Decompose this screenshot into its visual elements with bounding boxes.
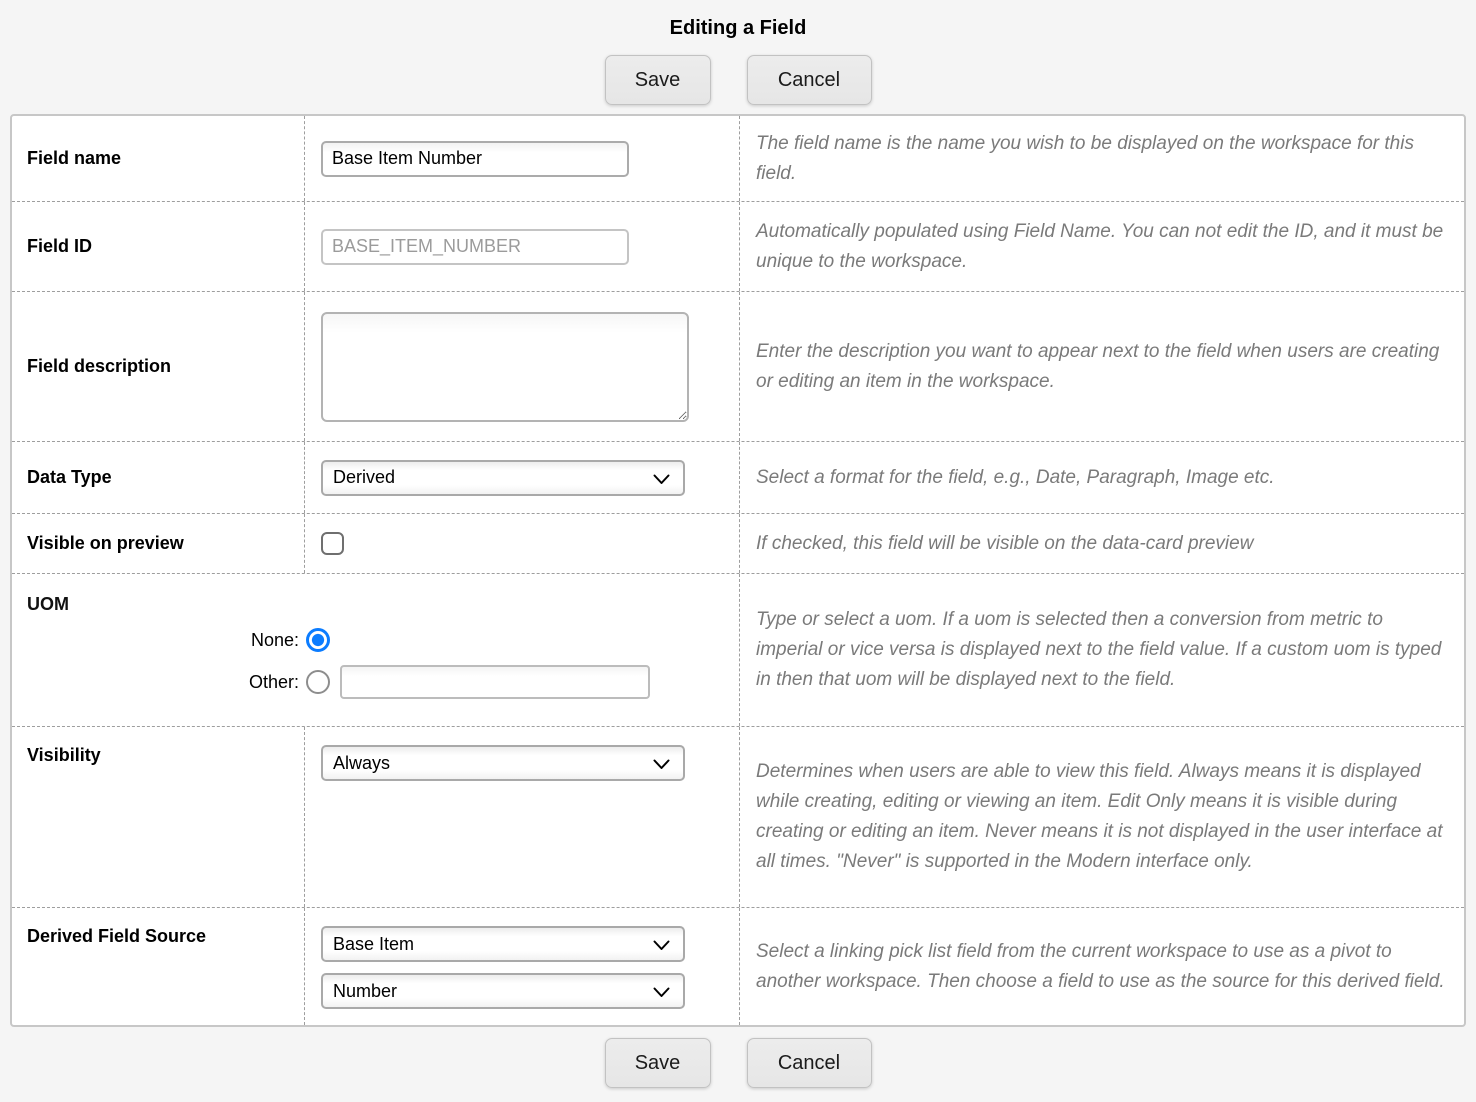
- field-name-input[interactable]: [321, 141, 629, 177]
- derived-source-pivot-value: Base Item: [333, 934, 414, 955]
- save-button-top[interactable]: Save: [605, 55, 711, 105]
- row-uom: UOM None: Other: Type or select a uom. I…: [12, 573, 1464, 726]
- field-description-textarea[interactable]: [321, 312, 689, 422]
- page-title: Editing a Field: [0, 0, 1476, 40]
- row-derived-field-source: Derived Field Source Base Item Number Se…: [12, 907, 1464, 1025]
- uom-option-none: None:: [27, 628, 729, 652]
- row-field-description: Field description Enter the description …: [12, 291, 1464, 441]
- visible-on-preview-help: If checked, this field will be visible o…: [756, 529, 1253, 559]
- derived-source-field-value: Number: [333, 981, 397, 1002]
- data-type-label: Data Type: [12, 442, 304, 513]
- chevron-down-icon: [653, 474, 670, 485]
- data-type-select[interactable]: Derived: [321, 460, 685, 496]
- visibility-selected-value: Always: [333, 753, 390, 774]
- derived-field-source-label: Derived Field Source: [12, 908, 304, 1025]
- field-id-help: Automatically populated using Field Name…: [756, 217, 1448, 277]
- row-data-type: Data Type Derived Select a format for th…: [12, 441, 1464, 513]
- visibility-help: Determines when users are able to view t…: [756, 757, 1448, 877]
- row-visibility: Visibility Always Determines when users …: [12, 726, 1464, 907]
- chevron-down-icon: [653, 987, 670, 998]
- uom-help: Type or select a uom. If a uom is select…: [756, 605, 1448, 695]
- visibility-label: Visibility: [12, 727, 304, 907]
- field-description-label: Field description: [12, 292, 304, 441]
- uom-option-other: Other:: [27, 665, 729, 699]
- field-name-help: The field name is the name you wish to b…: [756, 129, 1448, 189]
- field-name-label: Field name: [12, 116, 304, 201]
- field-editor-table: Field name The field name is the name yo…: [10, 114, 1466, 1027]
- visible-on-preview-label: Visible on preview: [12, 514, 304, 573]
- cancel-button-bottom[interactable]: Cancel: [747, 1038, 872, 1088]
- field-id-label: Field ID: [12, 202, 304, 291]
- field-id-input: [321, 229, 629, 265]
- row-field-name: Field name The field name is the name yo…: [12, 116, 1464, 201]
- row-field-id: Field ID Automatically populated using F…: [12, 201, 1464, 291]
- uom-none-radio[interactable]: [306, 628, 330, 652]
- visibility-select[interactable]: Always: [321, 745, 685, 781]
- derived-source-field-select[interactable]: Number: [321, 973, 685, 1009]
- data-type-help: Select a format for the field, e.g., Dat…: [756, 463, 1275, 493]
- save-button-bottom[interactable]: Save: [605, 1038, 711, 1088]
- top-button-row: Save Cancel: [0, 55, 1476, 105]
- uom-none-label: None:: [27, 630, 299, 651]
- data-type-selected-value: Derived: [333, 467, 395, 488]
- derived-field-source-help: Select a linking pick list field from th…: [756, 937, 1448, 997]
- bottom-button-row: Save Cancel: [0, 1038, 1476, 1088]
- visible-on-preview-checkbox[interactable]: [321, 532, 344, 555]
- uom-other-label: Other:: [27, 672, 299, 693]
- uom-label: UOM: [27, 594, 729, 615]
- field-description-help: Enter the description you want to appear…: [756, 337, 1448, 397]
- row-visible-on-preview: Visible on preview If checked, this fiel…: [12, 513, 1464, 573]
- chevron-down-icon: [653, 940, 670, 951]
- derived-source-pivot-select[interactable]: Base Item: [321, 926, 685, 962]
- uom-other-radio[interactable]: [306, 670, 330, 694]
- chevron-down-icon: [653, 759, 670, 770]
- cancel-button-top[interactable]: Cancel: [747, 55, 872, 105]
- uom-other-input[interactable]: [340, 665, 650, 699]
